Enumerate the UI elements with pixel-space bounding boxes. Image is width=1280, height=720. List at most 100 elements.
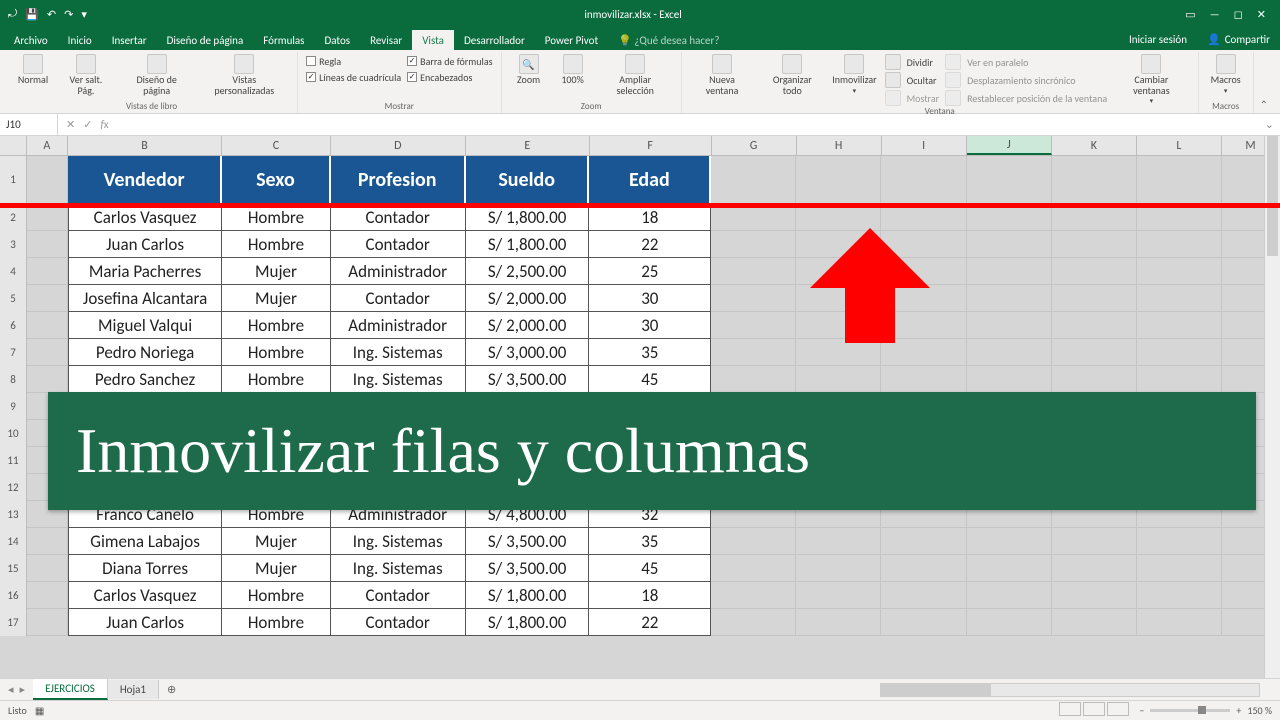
cell[interactable]: 25 xyxy=(589,258,711,285)
row-header-4[interactable]: 4 xyxy=(0,258,27,285)
new-sheet-icon[interactable]: ⊕ xyxy=(159,683,184,696)
cell[interactable] xyxy=(1137,285,1222,312)
switch-windows-button[interactable]: Cambiar ventanas▾ xyxy=(1113,54,1189,104)
cell[interactable]: Hombre xyxy=(222,582,330,609)
cell[interactable] xyxy=(1052,285,1137,312)
cell[interactable]: Administrador xyxy=(331,312,466,339)
ruler-checkbox[interactable]: Regla xyxy=(306,54,401,68)
cell[interactable] xyxy=(1137,582,1222,609)
expand-formula-bar-icon[interactable]: ⌄ xyxy=(1259,118,1280,131)
tab-powerpivot[interactable]: Power Pivot xyxy=(535,30,608,50)
cell[interactable]: Ing. Sistemas xyxy=(331,528,466,555)
col-header-L[interactable]: L xyxy=(1137,136,1222,155)
cell[interactable] xyxy=(1137,528,1222,555)
cell[interactable] xyxy=(711,285,796,312)
sheet-nav-next-icon[interactable]: ▸ xyxy=(20,683,26,696)
cell[interactable]: Mujer xyxy=(222,258,330,285)
redo-icon[interactable]: ↷ xyxy=(64,8,73,21)
sheet-tab-ejercicios[interactable]: EJERCICIOS xyxy=(33,679,108,700)
col-header-F[interactable]: F xyxy=(590,136,712,155)
cell[interactable]: 45 xyxy=(589,555,711,582)
row-header-16[interactable]: 16 xyxy=(0,582,27,609)
cell[interactable] xyxy=(1137,366,1222,393)
col-header-A[interactable]: A xyxy=(27,136,68,155)
page-break-button[interactable]: Ver salt. Pág. xyxy=(58,54,114,96)
cell[interactable] xyxy=(711,528,796,555)
tab-view[interactable]: Vista xyxy=(412,30,454,50)
sign-in[interactable]: Iniciar sesión xyxy=(1119,29,1197,50)
cell[interactable]: 30 xyxy=(589,285,711,312)
name-box[interactable]: J10 xyxy=(0,114,58,135)
header-cell[interactable]: Sueldo xyxy=(466,156,590,203)
gridlines-checkbox[interactable]: ✓Líneas de cuadrícula xyxy=(306,70,401,84)
save-icon[interactable]: 💾 xyxy=(25,8,39,21)
collapse-ribbon-icon[interactable]: ⌃ xyxy=(1254,96,1274,113)
undo-icon[interactable]: ↶ xyxy=(47,8,56,21)
cell[interactable]: 45 xyxy=(589,366,711,393)
cell[interactable]: Carlos Vasquez xyxy=(68,204,223,231)
cell[interactable] xyxy=(711,312,796,339)
cell[interactable] xyxy=(1052,258,1137,285)
tab-review[interactable]: Revisar xyxy=(360,30,412,50)
cell[interactable] xyxy=(796,582,881,609)
sheet-tab-hoja1[interactable]: Hoja1 xyxy=(108,680,159,699)
cell[interactable]: S/ 2,000.00 xyxy=(466,285,590,312)
cell[interactable]: Hombre xyxy=(222,366,330,393)
cell[interactable]: Miguel Valqui xyxy=(68,312,223,339)
cell[interactable]: 18 xyxy=(589,582,711,609)
cell[interactable] xyxy=(1137,609,1222,636)
fx-icon[interactable]: fx xyxy=(100,118,108,131)
minimize-icon[interactable]: — xyxy=(1210,8,1220,21)
cell[interactable] xyxy=(711,204,796,231)
enter-formula-icon[interactable]: ✓ xyxy=(83,118,92,131)
cell[interactable] xyxy=(711,258,796,285)
sync-scroll-button[interactable]: Desplazamiento sincrónico xyxy=(945,72,1107,88)
formula-bar-checkbox[interactable]: ✓Barra de fórmulas xyxy=(407,54,492,68)
close-icon[interactable]: ✕ xyxy=(1257,8,1266,21)
header-cell[interactable]: Profesion xyxy=(331,156,466,203)
headings-checkbox[interactable]: ✓Encabezados xyxy=(407,70,492,84)
header-cell[interactable]: Vendedor xyxy=(68,156,223,203)
cell[interactable]: Pedro Noriega xyxy=(68,339,223,366)
cell[interactable] xyxy=(1052,339,1137,366)
row-header-6[interactable]: 6 xyxy=(0,312,27,339)
view-shortcuts[interactable] xyxy=(1057,702,1129,719)
row-header-11[interactable]: 11 xyxy=(0,447,27,474)
cell[interactable]: Hombre xyxy=(222,339,330,366)
cell[interactable] xyxy=(967,231,1052,258)
cell[interactable]: Diana Torres xyxy=(68,555,223,582)
cell[interactable] xyxy=(1137,258,1222,285)
cell[interactable]: Mujer xyxy=(222,555,330,582)
cancel-formula-icon[interactable]: ✕ xyxy=(66,118,75,131)
cell[interactable] xyxy=(881,555,966,582)
cell[interactable] xyxy=(881,366,966,393)
cell[interactable]: Hombre xyxy=(222,204,330,231)
cell[interactable] xyxy=(711,609,796,636)
cell[interactable]: S/ 1,800.00 xyxy=(466,204,590,231)
cell[interactable] xyxy=(711,231,796,258)
cell[interactable]: Juan Carlos xyxy=(68,231,223,258)
cell[interactable] xyxy=(967,582,1052,609)
col-header-E[interactable]: E xyxy=(466,136,590,155)
cell[interactable] xyxy=(967,528,1052,555)
share-button[interactable]: 👤 Compartir xyxy=(1197,29,1280,50)
cell[interactable] xyxy=(1052,231,1137,258)
header-cell[interactable]: Edad xyxy=(589,156,711,203)
zoom-out-icon[interactable]: − xyxy=(1139,704,1144,717)
cell[interactable] xyxy=(1052,528,1137,555)
row-header-17[interactable]: 17 xyxy=(0,609,27,636)
cell[interactable]: Gimena Labajos xyxy=(68,528,223,555)
zoom-level[interactable]: 150 % xyxy=(1247,704,1272,717)
cell[interactable]: S/ 2,000.00 xyxy=(466,312,590,339)
row-header-9[interactable]: 9 xyxy=(0,393,27,420)
zoom-in-icon[interactable]: + xyxy=(1236,704,1241,717)
cell[interactable] xyxy=(881,609,966,636)
reset-position-button[interactable]: Restablecer posición de la ventana xyxy=(945,90,1107,106)
row-header-12[interactable]: 12 xyxy=(0,474,27,501)
tell-me[interactable]: 💡 ¿Qué desea hacer? xyxy=(608,30,729,50)
cell[interactable]: Pedro Sanchez xyxy=(68,366,223,393)
cell[interactable] xyxy=(1052,366,1137,393)
row-header-3[interactable]: 3 xyxy=(0,231,27,258)
unhide-button[interactable]: Mostrar xyxy=(885,90,940,106)
cell[interactable]: Contador xyxy=(331,582,466,609)
